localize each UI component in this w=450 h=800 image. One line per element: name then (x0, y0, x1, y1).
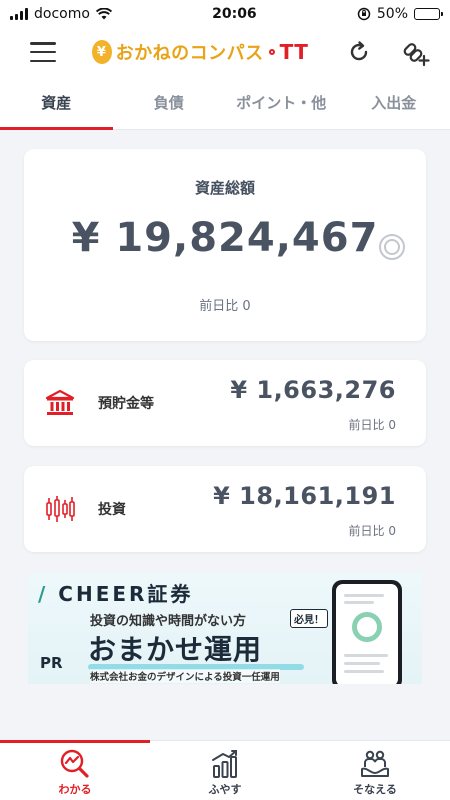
total-assets-card: 資産総額 ¥ 19,824,467 前日比 0 (24, 149, 426, 341)
tab-assets[interactable]: 資産 (0, 76, 113, 130)
nav-prepare[interactable]: そなえる (300, 741, 450, 800)
banner-headline: おまかせ運用 (88, 633, 263, 666)
nav-understand-label: わかる (58, 783, 92, 796)
banner-badge: 必見！ (290, 609, 328, 628)
menu-icon[interactable] (30, 42, 56, 62)
phone-donut (352, 612, 382, 642)
coin-icon: ¥ (91, 40, 112, 64)
bottom-nav: わかる ふやす そなえる (0, 740, 450, 800)
header-actions (344, 37, 430, 67)
investments-amount: ¥ 18,161,191 (213, 482, 396, 510)
status-right: 50% (357, 6, 443, 22)
investments-diff: 前日比 0 (348, 524, 396, 538)
phone-illustration (332, 580, 402, 684)
total-assets-amount: ¥ 19,824,467 (71, 215, 379, 261)
banner-subtitle: 投資の知識や時間がない方 (90, 614, 247, 629)
phone-line (344, 662, 380, 665)
investments-label: 投資 (98, 502, 126, 518)
link-add-icon[interactable] (400, 37, 430, 67)
brand-mark: / (38, 582, 49, 606)
logo-dot (268, 49, 275, 55)
phone-line (344, 594, 384, 597)
battery-percent: 50% (376, 6, 408, 22)
signal-icon (10, 8, 28, 20)
battery-icon (414, 8, 443, 20)
phone-line (344, 601, 374, 604)
total-assets-label: 資産総額 (194, 179, 255, 197)
growth-bars-icon (212, 750, 237, 778)
deposits-label: 預貯金等 (98, 396, 154, 412)
search-chart-icon (60, 749, 89, 778)
total-assets-diff: 前日比 0 (199, 299, 251, 314)
tab-liabilities[interactable]: 負債 (113, 76, 226, 129)
nav-prepare-label: そなえる (353, 783, 397, 796)
deposits-amount: ¥ 1,663,276 (230, 376, 396, 404)
deposits-diff: 前日比 0 (348, 418, 396, 432)
banner-brand: / CHEER証券 (38, 578, 193, 607)
orientation-lock-icon (357, 7, 371, 21)
carrier-label: docomo (34, 6, 90, 22)
people-hands-icon (361, 750, 389, 777)
wifi-icon (95, 8, 112, 20)
banner-brand-name: CHEER (58, 582, 148, 606)
tab-bar: 資産 負債 ポイント・他 入出金 (0, 76, 450, 130)
logo-text: おかねのコンパス (115, 43, 264, 64)
logo-suffix: TT (279, 40, 309, 64)
banner-pr-label: PR (40, 654, 63, 672)
banner-brand-suffix: 証券 (147, 582, 194, 606)
clock: 20:06 (212, 6, 257, 22)
refresh-icon[interactable] (344, 37, 374, 67)
tab-transactions[interactable]: 入出金 (338, 76, 450, 129)
status-bar: docomo 20:06 50% (0, 0, 450, 28)
phone-screen (336, 584, 398, 684)
ring-chart-icon[interactable] (378, 233, 406, 261)
nav-understand[interactable]: わかる (0, 740, 150, 800)
phone-line (344, 654, 388, 657)
nav-grow-label: ふやす (208, 783, 242, 796)
status-left: docomo (10, 6, 112, 22)
phone-line (344, 670, 384, 673)
nav-grow[interactable]: ふやす (150, 741, 300, 800)
app-header: ¥ おかねのコンパス TT (0, 28, 450, 76)
deposits-card[interactable]: 預貯金等 ¥ 1,663,276 前日比 0 (24, 360, 426, 446)
ad-banner[interactable]: / CHEER証券 投資の知識や時間がない方 必見！ おまかせ運用 PR 株式会… (28, 572, 422, 684)
bank-icon (45, 389, 75, 415)
tab-points-other[interactable]: ポイント・他 (225, 76, 338, 129)
banner-footer: 株式会社お金のデザインによる投資一任運用 (90, 669, 280, 683)
investments-card[interactable]: 投資 ¥ 18,161,191 前日比 0 (24, 466, 426, 552)
app-logo: ¥ おかねのコンパス TT (91, 39, 309, 65)
candlestick-icon (46, 496, 75, 522)
